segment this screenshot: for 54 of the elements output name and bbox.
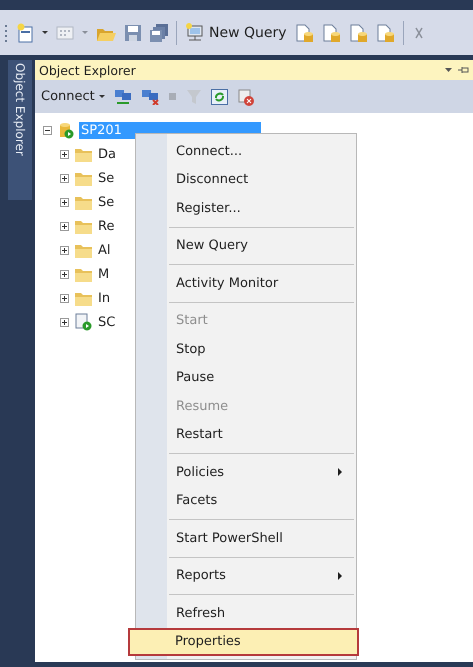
menu-item[interactable]: Connect...: [136, 137, 356, 166]
database-file-icon[interactable]: [322, 22, 341, 42]
database-file-icon[interactable]: [348, 22, 368, 42]
tree-item[interactable]: Da: [98, 146, 116, 162]
menu-item[interactable]: Register...: [136, 194, 356, 222]
object-explorer-tab[interactable]: Object Explorer: [8, 60, 32, 200]
menu-item[interactable]: Policies: [136, 458, 356, 486]
expand-icon[interactable]: [60, 318, 69, 326]
connect-server-icon[interactable]: [114, 88, 132, 105]
menu-item[interactable]: Stop: [136, 335, 356, 364]
menu-item[interactable]: Disconnect: [136, 166, 356, 194]
save-all-icon[interactable]: [150, 23, 168, 42]
dropdown-icon[interactable]: [445, 68, 452, 72]
tree-item[interactable]: Se: [98, 194, 114, 210]
database-file-icon[interactable]: [294, 22, 314, 42]
expand-icon[interactable]: [60, 270, 69, 278]
tree-item[interactable]: SC: [98, 314, 116, 330]
refresh-icon[interactable]: [210, 88, 228, 104]
tree-item[interactable]: Re: [98, 218, 114, 234]
expand-icon[interactable]: [60, 150, 69, 158]
menu-item[interactable]: Refresh: [136, 599, 356, 628]
tree-item[interactable]: Se: [98, 170, 114, 186]
caret-icon: [98, 95, 105, 98]
menu-item[interactable]: Reports: [136, 562, 356, 590]
database-file-icon[interactable]: [376, 22, 395, 42]
agent-icon: [74, 313, 93, 331]
script-delete-icon[interactable]: [236, 88, 255, 106]
collapse-icon[interactable]: [43, 126, 52, 134]
expand-icon[interactable]: [60, 174, 69, 182]
menu-item[interactable]: Facets: [136, 486, 356, 515]
grip-icon: [4, 22, 8, 42]
expand-icon[interactable]: [60, 222, 69, 230]
caret-icon[interactable]: [42, 31, 48, 34]
monitor-icon: [185, 22, 205, 42]
connect-button[interactable]: Connect: [41, 89, 105, 104]
disconnect-server-icon[interactable]: [140, 88, 159, 105]
save-icon[interactable]: [124, 24, 142, 42]
tree-item[interactable]: M: [98, 266, 110, 282]
menu-item[interactable]: Pause: [136, 364, 356, 392]
new-project-icon[interactable]: [16, 22, 34, 42]
expand-icon[interactable]: [60, 246, 69, 254]
menu-item[interactable]: New Query: [136, 232, 356, 260]
menu-item[interactable]: Activity Monitor: [136, 269, 356, 298]
menu-item[interactable]: Start PowerShell: [136, 524, 356, 552]
expand-icon[interactable]: [60, 198, 69, 206]
expand-icon[interactable]: [60, 294, 69, 302]
tree-item[interactable]: Al: [98, 242, 111, 258]
pin-icon[interactable]: [458, 65, 469, 75]
menu-item[interactable]: Properties: [128, 628, 359, 656]
menu-item[interactable]: Restart: [136, 420, 356, 449]
server-icon: [57, 121, 74, 139]
new-query-button[interactable]: New Query: [185, 22, 287, 42]
tree-item[interactable]: In: [98, 290, 110, 306]
panel-title: Object Explorer: [39, 62, 136, 78]
